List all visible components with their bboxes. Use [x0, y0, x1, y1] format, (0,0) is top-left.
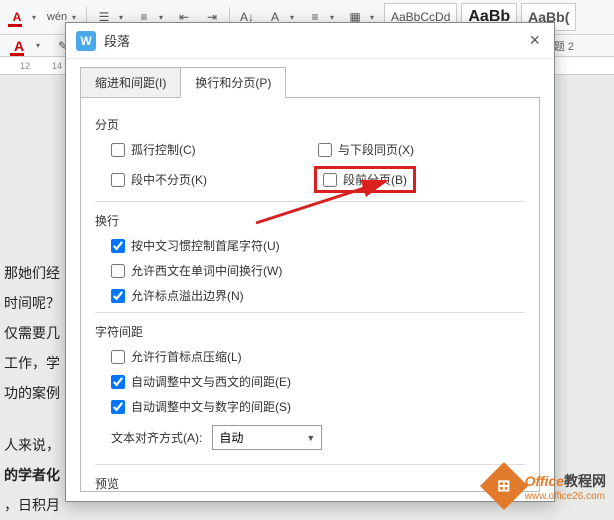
text-align-combobox[interactable]: 自动 ▼	[212, 425, 322, 450]
dialog-title: 段落	[104, 31, 525, 50]
chevron-down-icon[interactable]: ▾	[119, 13, 129, 22]
checkbox-input[interactable]	[323, 173, 337, 187]
doc-line: 功的案例	[4, 378, 60, 408]
checkbox-label: 按中文习惯控制首尾字符(U)	[131, 237, 280, 254]
chevron-down-icon[interactable]: ▾	[330, 13, 340, 22]
group-label-preview: 预览	[95, 475, 525, 492]
document-body: 人来说， 的学者化 ，日积月	[0, 430, 60, 520]
chevron-down-icon[interactable]: ▾	[370, 13, 380, 22]
checkbox-input[interactable]	[111, 173, 125, 187]
checkbox-keep-lines[interactable]: 段中不分页(K)	[111, 171, 207, 188]
checkbox-label: 自动调整中文与数字的间距(S)	[131, 398, 291, 415]
checkbox-widow-control[interactable]: 孤行控制(C)	[111, 141, 196, 158]
watermark: ⊞ Office教程网 www.office26.com	[487, 469, 606, 503]
doc-line: 的学者化	[4, 460, 60, 490]
checkbox-label: 允许标点溢出边界(N)	[131, 287, 244, 304]
checkbox-input[interactable]	[111, 239, 125, 253]
group-label-charspacing: 字符间距	[95, 323, 525, 340]
checkbox-page-break-before[interactable]: 段前分页(B)	[323, 171, 407, 188]
doc-line: 人来说，	[4, 430, 60, 460]
checkbox-label: 段中不分页(K)	[131, 171, 207, 188]
checkbox-label: 与下段同页(X)	[338, 141, 414, 158]
checkbox-input[interactable]	[111, 375, 125, 389]
combobox-value: 自动	[219, 429, 243, 446]
paragraph-dialog: W 段落 × 缩进和间距(I) 换行和分页(P) 分页 孤行控制(C) 与下段同…	[65, 22, 555, 502]
font-color-button[interactable]: A	[4, 4, 30, 30]
doc-line: 那她们经	[4, 258, 60, 288]
watermark-url: www.office26.com	[525, 491, 606, 502]
checkbox-label: 段前分页(B)	[343, 171, 407, 188]
checkbox-input[interactable]	[111, 289, 125, 303]
checkbox-cjk-rules[interactable]: 按中文习惯控制首尾字符(U)	[111, 237, 280, 254]
chevron-down-icon: ▼	[306, 433, 315, 443]
checkbox-compress-punct[interactable]: 允许行首标点压缩(L)	[111, 348, 242, 365]
chevron-down-icon[interactable]: ▾	[36, 41, 46, 50]
doc-line: 工作，学	[4, 348, 60, 378]
document-body: 那她们经 时间呢？ 仅需要几 工作，学 功的案例	[0, 258, 60, 408]
group-label-linebreak: 换行	[95, 212, 525, 229]
checkbox-word-wrap[interactable]: 允许西文在单词中间换行(W)	[111, 262, 282, 279]
checkbox-label: 允许西文在单词中间换行(W)	[131, 262, 282, 279]
doc-line: ，日积月	[4, 490, 60, 520]
checkbox-label: 自动调整中文与西文的间距(E)	[131, 373, 291, 390]
chevron-down-icon[interactable]: ▾	[32, 13, 42, 22]
checkbox-input[interactable]	[111, 350, 125, 364]
checkbox-keep-with-next[interactable]: 与下段同页(X)	[318, 141, 414, 158]
checkbox-input[interactable]	[111, 264, 125, 278]
doc-line: 时间呢？	[4, 288, 60, 318]
tab-indent[interactable]: 缩进和间距(I)	[80, 67, 181, 98]
checkbox-overflow-punct[interactable]: 允许标点溢出边界(N)	[111, 287, 244, 304]
ruler-mark: 12	[20, 61, 30, 71]
checkbox-input[interactable]	[111, 400, 125, 414]
annotation-highlight: 段前分页(B)	[314, 166, 416, 193]
divider	[95, 312, 525, 313]
tab-strip: 缩进和间距(I) 换行和分页(P)	[66, 59, 554, 98]
tab-panel-pagination: 分页 孤行控制(C) 与下段同页(X)	[80, 97, 540, 492]
dialog-titlebar: W 段落 ×	[66, 23, 554, 59]
checkbox-label: 孤行控制(C)	[131, 141, 196, 158]
font-color-button[interactable]: A	[6, 33, 32, 59]
checkbox-input[interactable]	[318, 143, 332, 157]
watermark-icon: ⊞	[480, 462, 528, 510]
group-label-paging: 分页	[95, 116, 525, 133]
chevron-down-icon[interactable]: ▾	[290, 13, 300, 22]
checkbox-auto-space-num[interactable]: 自动调整中文与数字的间距(S)	[111, 398, 291, 415]
checkbox-input[interactable]	[111, 143, 125, 157]
chevron-down-icon[interactable]: ▾	[72, 13, 82, 22]
checkbox-label: 允许行首标点压缩(L)	[131, 348, 242, 365]
style-sublabel: 题 2	[554, 38, 574, 54]
close-button[interactable]: ×	[525, 30, 544, 51]
ruler-mark: 14	[52, 61, 62, 71]
chevron-down-icon[interactable]: ▾	[159, 13, 169, 22]
checkbox-auto-space-en[interactable]: 自动调整中文与西文的间距(E)	[111, 373, 291, 390]
watermark-brand1: Office	[525, 473, 564, 489]
divider	[95, 464, 525, 465]
watermark-brand: Office教程网	[525, 471, 606, 491]
divider	[95, 201, 525, 202]
doc-line: 仅需要几	[4, 318, 60, 348]
tab-pagination[interactable]: 换行和分页(P)	[180, 67, 286, 98]
app-icon: W	[76, 31, 96, 51]
watermark-brand2: 教程网	[564, 473, 606, 489]
text-align-label: 文本对齐方式(A):	[111, 429, 202, 446]
